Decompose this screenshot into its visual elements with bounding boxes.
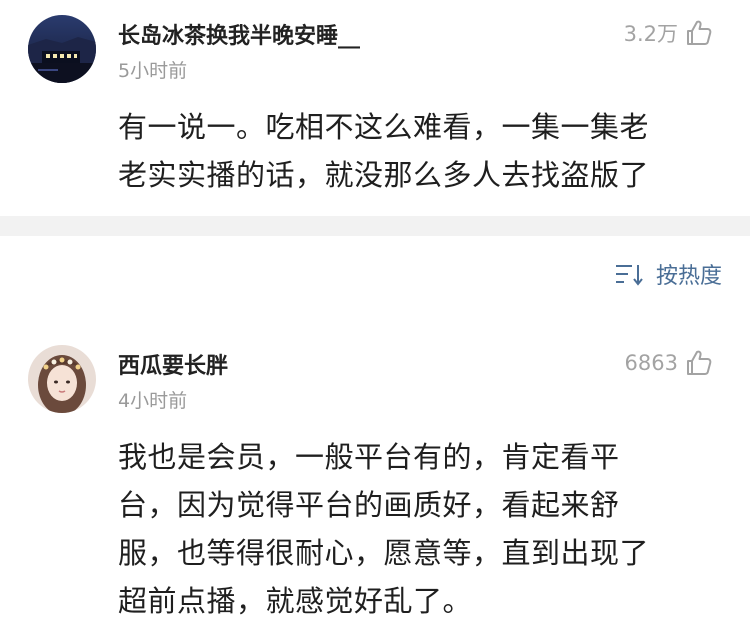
- avatar[interactable]: [28, 15, 96, 83]
- comment-line: 老实实播的话，就没那么多人去找盗版了: [118, 158, 650, 192]
- section-divider: [0, 216, 750, 236]
- comment-line: 有一说一。吃相不这么难看，一集一集老: [118, 110, 650, 144]
- comment-text: 有一说一。吃相不这么难看，一集一集老 老实实播的话，就没那么多人去找盗版了: [118, 103, 649, 199]
- comment-line: 台，因为觉得平台的画质好，看起来舒: [118, 488, 620, 522]
- comment-line: 超前点播，就感觉好乱了。: [118, 584, 473, 618]
- sort-by-hot-button[interactable]: 按热度: [614, 258, 722, 290]
- girl-portrait-avatar-icon: [28, 345, 96, 413]
- username[interactable]: 长岛冰茶换我半晚安睡__: [118, 18, 360, 50]
- comment-text: 我也是会员，一般平台有的，肯定看平 台，因为觉得平台的画质好，看起来舒 服，也等…: [118, 433, 649, 625]
- night-building-avatar-icon: [28, 15, 96, 83]
- comment-time: 4小时前: [118, 390, 188, 412]
- comment-time: 5小时前: [118, 60, 188, 82]
- comment-item: 长岛冰茶换我半晚安睡__ 5小时前 3.2万 有一说一。吃相不这么难看，一集一集…: [0, 0, 750, 216]
- avatar[interactable]: [28, 345, 96, 413]
- comment-line: 我也是会员，一般平台有的，肯定看平: [118, 440, 620, 474]
- like-count: 6863: [624, 351, 678, 375]
- comment-line: 服，也等得很耐心，愿意等，直到出现了: [118, 536, 650, 570]
- like-button[interactable]: 6863: [625, 348, 714, 378]
- username[interactable]: 西瓜要长胖: [118, 348, 228, 380]
- comment-item: 西瓜要长胖 4小时前 6863 我也是会员，一般平台有的，肯定看平 台，因为觉得…: [0, 330, 750, 629]
- thumbs-up-icon: [687, 350, 712, 375]
- like-count: 3.2万: [623, 22, 678, 46]
- sort-icon: [615, 265, 643, 286]
- like-button[interactable]: 3.2万: [624, 18, 714, 48]
- thumbs-up-icon: [687, 20, 712, 45]
- sort-label: 按热度: [655, 264, 722, 289]
